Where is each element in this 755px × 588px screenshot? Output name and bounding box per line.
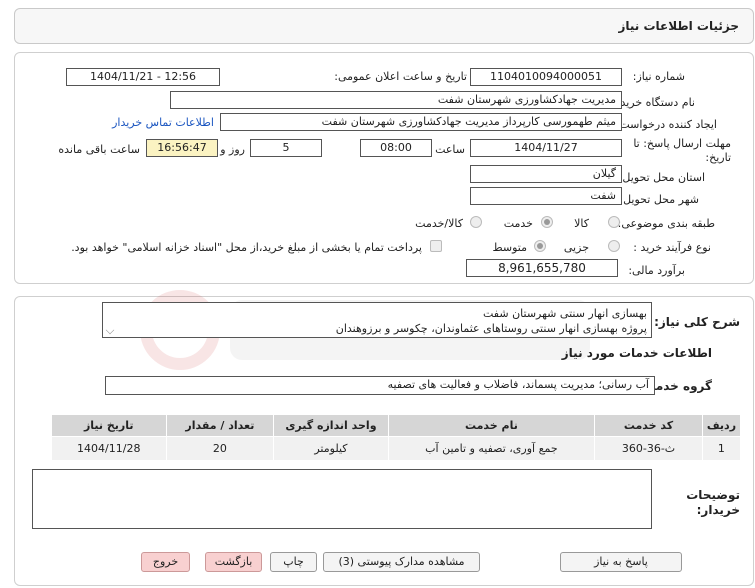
services-section-title: اطلاعات خدمات مورد نیاز	[561, 346, 712, 360]
cell-name: جمع آوری، تصفیه و تامین آب	[387, 436, 596, 461]
province-label: استان محل تحویل:	[618, 171, 705, 184]
deadline-date-field: 1404/11/27	[470, 139, 622, 157]
category-radio-goods-service[interactable]	[470, 216, 482, 228]
process-radio-minor[interactable]	[608, 240, 620, 252]
city-label: شهر محل تحویل:	[619, 193, 699, 206]
city-field: شفت	[470, 187, 622, 205]
services-table-header: ردیف کد خدمت نام خدمت واحد اندازه گیری ت…	[51, 414, 742, 437]
description-line-2: پروژه بهسازی انهار سنتی روستاهای عثماوند…	[335, 322, 647, 335]
category-option-goods-service: کالا/خدمت	[415, 217, 463, 230]
reply-button[interactable]: پاسخ به نیاز	[560, 552, 682, 572]
creator-field: میثم طهمورسی کارپرداز مدیریت جهادکشاورزی…	[220, 113, 622, 131]
cell-qty: 20	[165, 436, 275, 461]
col-code: کد خدمت	[594, 414, 703, 437]
cell-code: ث-36-360	[594, 436, 703, 461]
col-unit: واحد اندازه گیری	[273, 414, 389, 437]
province-field: گیلان	[470, 165, 622, 183]
description-textarea[interactable]: بهسازی انهار سنتی شهرستان شفت پروژه بهسا…	[102, 302, 652, 338]
page-title: جزئیات اطلاعات نیاز	[618, 19, 739, 33]
days-label: روز و	[220, 143, 245, 156]
deadline-label: مهلت ارسال پاسخ: تا تاریخ:	[633, 137, 731, 164]
buyer-notes-textarea[interactable]	[32, 469, 652, 529]
announce-label: تاریخ و ساعت اعلان عمومی:	[334, 70, 467, 83]
days-field: 5	[250, 139, 322, 157]
services-table: ردیف کد خدمت نام خدمت واحد اندازه گیری ت…	[51, 414, 742, 461]
col-qty: تعداد / مقدار	[165, 414, 275, 437]
category-label: طبقه بندی موضوعی:	[617, 217, 715, 230]
category-option-service: خدمت	[503, 217, 533, 230]
creator-label: ایجاد کننده درخواست:	[615, 118, 717, 131]
buyer-notes-label: توضیحات خریدار:	[686, 488, 740, 517]
resize-handle-icon[interactable]	[105, 325, 115, 335]
exit-button[interactable]: خروج	[141, 552, 190, 572]
payment-note: پرداخت تمام یا بخشی از مبلغ خرید،از محل …	[71, 241, 422, 254]
back-button[interactable]: بازگشت	[205, 552, 262, 572]
panel-header: جزئیات اطلاعات نیاز	[14, 8, 754, 44]
need-number-label: شماره نیاز:	[632, 70, 685, 83]
category-radio-service[interactable]	[541, 216, 553, 228]
print-button[interactable]: چاپ	[270, 552, 317, 572]
cell-unit: کیلومتر	[273, 436, 389, 461]
treasury-payment-checkbox[interactable]	[430, 240, 442, 252]
category-option-goods: کالا	[574, 217, 589, 230]
col-name: نام خدمت	[387, 414, 596, 437]
announce-field: 1404/11/21 - 12:56	[66, 68, 220, 86]
process-option-medium: متوسط	[492, 241, 527, 254]
estimate-label: برآورد مالی:	[628, 264, 685, 277]
remaining-time-field: 16:56:47	[146, 139, 218, 157]
service-group-field: آب رسانی؛ مدیریت پسماند، فاضلاب و فعالیت…	[105, 376, 655, 395]
buyer-field: مدیریت جهادکشاورزی شهرستان شفت	[170, 91, 622, 109]
cell-date: 1404/11/28	[51, 436, 167, 461]
deadline-time-field: 08:00	[360, 139, 432, 157]
deadline-time-label: ساعت	[435, 143, 465, 156]
description-line-1: بهسازی انهار سنتی شهرستان شفت	[483, 307, 647, 320]
need-number-field: 1104010094000051	[470, 68, 622, 86]
cell-row: 1	[701, 436, 742, 461]
col-row: ردیف	[701, 414, 742, 437]
col-date: تاریخ نیاز	[51, 414, 167, 437]
remaining-label: ساعت باقی مانده	[58, 143, 140, 156]
description-label: شرح کلی نیاز:	[654, 315, 740, 329]
process-option-minor: جزیی	[563, 241, 589, 254]
view-attachments-button[interactable]: مشاهده مدارک پیوستی (3)	[323, 552, 480, 572]
process-label: نوع فرآیند خرید :	[633, 241, 711, 254]
category-radio-goods[interactable]	[608, 216, 620, 228]
buyer-contact-link[interactable]: اطلاعات تماس خریدار	[112, 116, 214, 129]
table-row: 1 ث-36-360 جمع آوری، تصفیه و تامین آب کی…	[51, 436, 742, 461]
process-radio-medium[interactable]	[534, 240, 546, 252]
estimate-field: 8,961,655,780	[466, 259, 618, 277]
